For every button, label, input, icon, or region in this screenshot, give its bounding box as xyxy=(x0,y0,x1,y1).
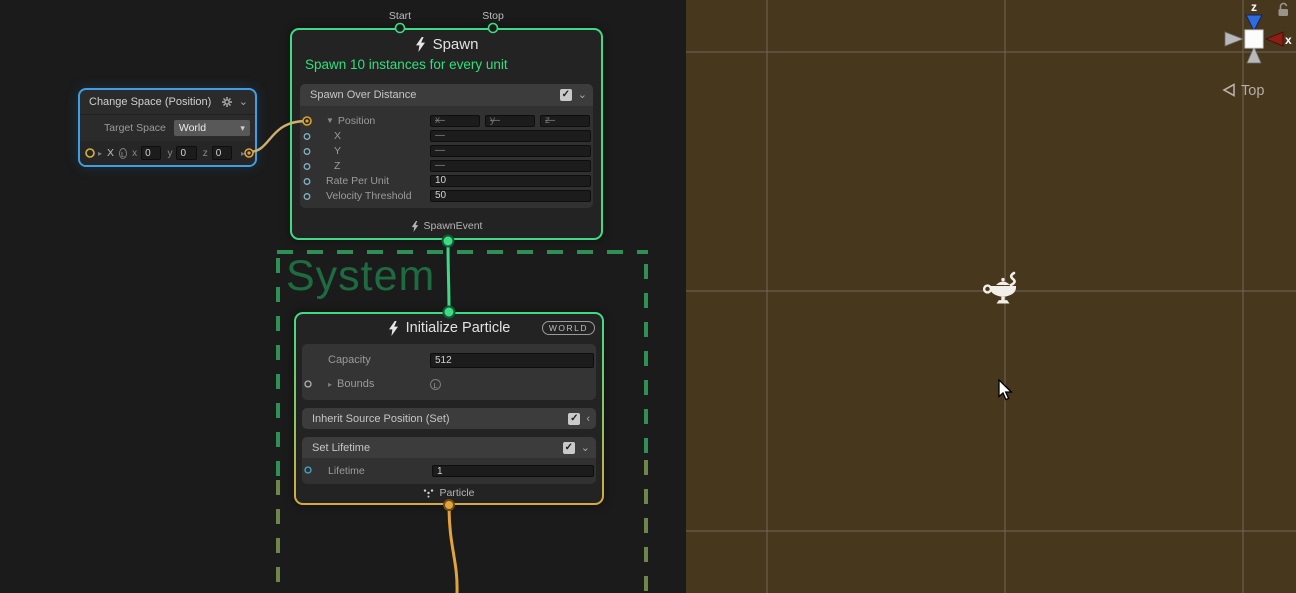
start-port-label: Start xyxy=(389,10,411,22)
view-arrow-icon[interactable] xyxy=(1224,85,1234,96)
spawn-context-node[interactable]: Spawn Spawn 10 instances for every unit … xyxy=(290,28,603,240)
block-title: Set Lifetime xyxy=(312,442,370,454)
block-title: Inherit Source Position (Set) xyxy=(312,413,450,425)
system-border-top xyxy=(277,250,648,254)
velocity-threshold-row: Velocity Threshold 50 xyxy=(300,188,592,203)
spawn-title-row: Spawn xyxy=(292,36,601,53)
initialize-title: Initialize Particle xyxy=(406,320,511,336)
position-row: ▼ Position x — y — z — xyxy=(300,113,592,128)
block-enabled-checkbox[interactable]: ✓ xyxy=(568,413,580,425)
gizmo-cube[interactable] xyxy=(1245,30,1263,48)
particle-icon xyxy=(423,489,434,498)
lifetime-row: Lifetime 1 xyxy=(302,463,595,479)
block-title: Spawn Over Distance xyxy=(310,89,416,101)
rate-per-unit-field[interactable]: 10 xyxy=(430,175,591,187)
spawn-subtitle: Spawn 10 instances for every unit xyxy=(305,57,601,72)
inherit-source-position-block[interactable]: Inherit Source Position (Set) ✓ ‹ xyxy=(302,408,596,429)
axis-cone-bottom[interactable] xyxy=(1247,47,1261,63)
view-orientation-label[interactable]: Top xyxy=(1224,83,1264,99)
initialize-output-label: Particle xyxy=(439,487,474,499)
gear-icon[interactable] xyxy=(221,96,233,108)
rate-per-unit-row: Rate Per Unit 10 xyxy=(300,173,592,188)
bounds-expander-icon[interactable]: ▸ xyxy=(328,380,332,389)
target-space-label: Target Space xyxy=(104,122,166,134)
stop-port-label: Stop xyxy=(482,10,504,22)
chevron-down-icon[interactable]: ⌄ xyxy=(578,90,587,100)
z-value-field[interactable]: — xyxy=(430,160,591,172)
bounds-row: ▸ Bounds L xyxy=(302,372,595,396)
lamp-gizmo-icon[interactable] xyxy=(984,273,1016,304)
position-z-field[interactable]: z — xyxy=(540,115,590,127)
output-triangle-icon: ▸ xyxy=(241,149,245,158)
z-value-field[interactable]: 0 xyxy=(212,146,232,160)
z-axis-label: z xyxy=(1251,0,1257,14)
z-prefix: z xyxy=(203,148,208,159)
lightning-icon xyxy=(388,321,399,336)
change-space-title-bar[interactable]: Change Space (Position) ⌄ xyxy=(80,90,255,115)
velocity-threshold-field[interactable]: 50 xyxy=(430,190,591,202)
target-space-dropdown[interactable]: World ▾ xyxy=(174,120,250,136)
initialize-output-row: Particle xyxy=(296,487,602,499)
position-x-field[interactable]: x — xyxy=(430,115,480,127)
y-value-field[interactable]: — xyxy=(430,145,591,157)
x-prefix: x xyxy=(132,148,137,159)
system-group-label: System xyxy=(286,252,435,301)
system-border-left-lower xyxy=(276,480,280,593)
wire-particle-output[interactable] xyxy=(449,505,457,593)
x-row: X — xyxy=(300,128,592,143)
y-row: Y — xyxy=(300,143,592,158)
chevron-down-icon[interactable]: ⌄ xyxy=(239,97,248,107)
lock-icon[interactable] xyxy=(1279,3,1289,16)
lightning-icon xyxy=(411,221,419,232)
lightning-icon xyxy=(415,37,426,52)
y-prefix: y xyxy=(167,148,172,159)
local-space-icon[interactable]: L xyxy=(430,379,441,390)
input-triangle-icon: ▸ xyxy=(98,149,102,158)
input-name: X xyxy=(107,147,114,159)
block-enabled-checkbox[interactable]: ✓ xyxy=(560,89,572,101)
change-space-title: Change Space (Position) xyxy=(89,96,211,108)
initialize-settings: Capacity 512 ▸ Bounds L xyxy=(302,344,596,400)
x-value-field[interactable]: 0 xyxy=(141,146,161,160)
capacity-field[interactable]: 512 xyxy=(430,353,594,368)
world-space-badge[interactable]: WORLD xyxy=(542,321,595,335)
local-space-icon[interactable]: L xyxy=(119,148,127,159)
chevron-left-icon[interactable]: ‹ xyxy=(586,414,590,424)
spawn-output-row: SpawnEvent xyxy=(292,220,601,232)
axis-cone-left[interactable] xyxy=(1225,32,1243,46)
block-header[interactable]: Spawn Over Distance ✓ ⌄ xyxy=(300,84,593,106)
z-row: Z — xyxy=(300,158,592,173)
system-border-left xyxy=(276,258,280,480)
x-axis-label: x xyxy=(1285,33,1292,47)
spawn-over-distance-block[interactable]: Spawn Over Distance ✓ ⌄ ▼ Position x — xyxy=(300,84,593,208)
lifetime-field[interactable]: 1 xyxy=(432,465,594,477)
change-space-io-row: ▸ X L x 0 y 0 z 0 ▸ xyxy=(80,141,255,165)
chevron-down-icon[interactable]: ⌄ xyxy=(581,443,590,453)
initialize-particle-node[interactable]: Initialize Particle WORLD Capacity 512 ▸… xyxy=(294,312,604,505)
capacity-row: Capacity 512 xyxy=(302,348,595,372)
target-space-value: World xyxy=(179,122,206,134)
scene-view-panel[interactable]: z x Top xyxy=(686,0,1296,593)
scene-grid xyxy=(686,0,1296,593)
system-border-right xyxy=(644,264,648,460)
expander-icon[interactable]: ▼ xyxy=(326,116,334,125)
z-axis-cone[interactable] xyxy=(1246,15,1262,31)
x-value-field[interactable]: — xyxy=(430,130,591,142)
change-space-node[interactable]: Change Space (Position) ⌄ Target Space W… xyxy=(78,88,257,167)
system-border-right-lower xyxy=(644,460,648,593)
vfx-graph-window: Start Stop System Change Space (Position… xyxy=(0,0,1296,593)
set-lifetime-block[interactable]: Set Lifetime ✓ ⌄ Lifetime 1 xyxy=(302,437,596,484)
dropdown-arrow-icon: ▾ xyxy=(240,123,245,134)
graph-editor-panel[interactable]: Start Stop System Change Space (Position… xyxy=(0,0,686,593)
position-y-field[interactable]: y — xyxy=(485,115,535,127)
x-axis-cone[interactable] xyxy=(1266,32,1283,46)
spawn-title: Spawn xyxy=(433,36,479,53)
view-label-text[interactable]: Top xyxy=(1241,83,1264,99)
spawn-output-label: SpawnEvent xyxy=(424,220,483,232)
y-value-field[interactable]: 0 xyxy=(176,146,196,160)
block-enabled-checkbox[interactable]: ✓ xyxy=(563,442,575,454)
